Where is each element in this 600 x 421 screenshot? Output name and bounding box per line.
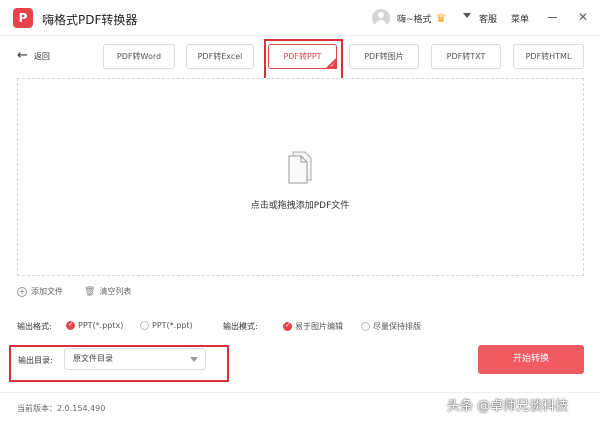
radio-label: 易于图片编辑 — [295, 322, 343, 331]
app-logo-icon: P — [13, 8, 33, 28]
annotation-highlight-tab — [264, 39, 343, 81]
footer-divider — [0, 392, 600, 393]
output-format-label: 输出格式: — [17, 322, 52, 331]
radio-keep-layout[interactable]: 尽量保持排版 — [361, 321, 421, 332]
plus-circle-icon: + — [17, 286, 27, 297]
minimize-icon — [548, 17, 557, 18]
tab-pdf-to-word[interactable]: PDF转Word — [103, 44, 175, 69]
radio-image-edit[interactable]: 易于图片编辑 — [283, 321, 343, 332]
clear-list-button[interactable]: 🗑 清空列表 — [84, 286, 131, 297]
tab-pdf-to-image[interactable]: PDF转图片 — [349, 44, 419, 69]
minimize-button[interactable] — [544, 8, 562, 26]
radio-checked-icon — [283, 321, 292, 331]
add-file-label: 添加文件 — [31, 287, 63, 296]
tab-label: PDF转Word — [116, 52, 162, 61]
menu-link[interactable]: 菜单 — [511, 12, 529, 25]
close-button[interactable]: ✕ — [574, 8, 592, 26]
watermark: 头条 @卓师兄谈科技 — [447, 399, 569, 414]
radio-pptx[interactable]: PPT(*.pptx) — [66, 320, 124, 330]
radio-label: 尽量保持排版 — [373, 322, 421, 331]
radio-unchecked-icon — [361, 322, 370, 331]
arrow-left-icon: ← — [17, 48, 28, 63]
tab-pdf-to-txt[interactable]: PDF转TXT — [431, 44, 501, 69]
username: 嗨~格式 — [397, 14, 432, 25]
tab-label: PDF转Excel — [197, 52, 243, 61]
output-mode-label: 输出模式: — [223, 322, 258, 331]
account-dropdown-icon[interactable] — [463, 13, 471, 18]
trash-icon: 🗑 — [84, 286, 96, 297]
tab-pdf-to-html[interactable]: PDF转HTML — [513, 44, 584, 69]
radio-unchecked-icon — [140, 321, 149, 330]
annotation-highlight-output-dir — [9, 345, 229, 382]
radio-ppt[interactable]: PPT(*.ppt) — [140, 321, 193, 330]
radio-checked-icon — [66, 320, 75, 330]
clear-list-label: 清空列表 — [99, 287, 132, 296]
tab-pdf-to-excel[interactable]: PDF转Excel — [186, 44, 254, 69]
add-file-button[interactable]: + 添加文件 — [17, 286, 63, 297]
radio-label: PPT(*.ppt) — [152, 321, 193, 330]
user-account[interactable]: 嗨~格式 ♛ — [372, 8, 446, 28]
radio-label: PPT(*.pptx) — [78, 321, 124, 330]
document-icon — [288, 151, 312, 184]
title-bar: P 嗨格式PDF转换器 嗨~格式 ♛ 客服 菜单 ✕ — [0, 0, 600, 36]
avatar[interactable] — [372, 9, 390, 27]
version-text: 当前版本：2.0.154.490 — [17, 404, 106, 413]
start-convert-button[interactable]: 开始转换 — [478, 345, 584, 374]
back-button[interactable]: ← 返回 — [17, 48, 50, 63]
tab-label: PDF转TXT — [446, 52, 486, 61]
back-label: 返回 — [33, 51, 50, 61]
drop-hint: 点击或拖拽添加PDF文件 — [250, 201, 350, 211]
service-link[interactable]: 客服 — [479, 12, 497, 25]
app-title: 嗨格式PDF转换器 — [42, 13, 138, 27]
tab-label: PDF转图片 — [364, 52, 404, 61]
tab-label: PDF转HTML — [525, 52, 572, 61]
crown-icon: ♛ — [435, 11, 447, 25]
